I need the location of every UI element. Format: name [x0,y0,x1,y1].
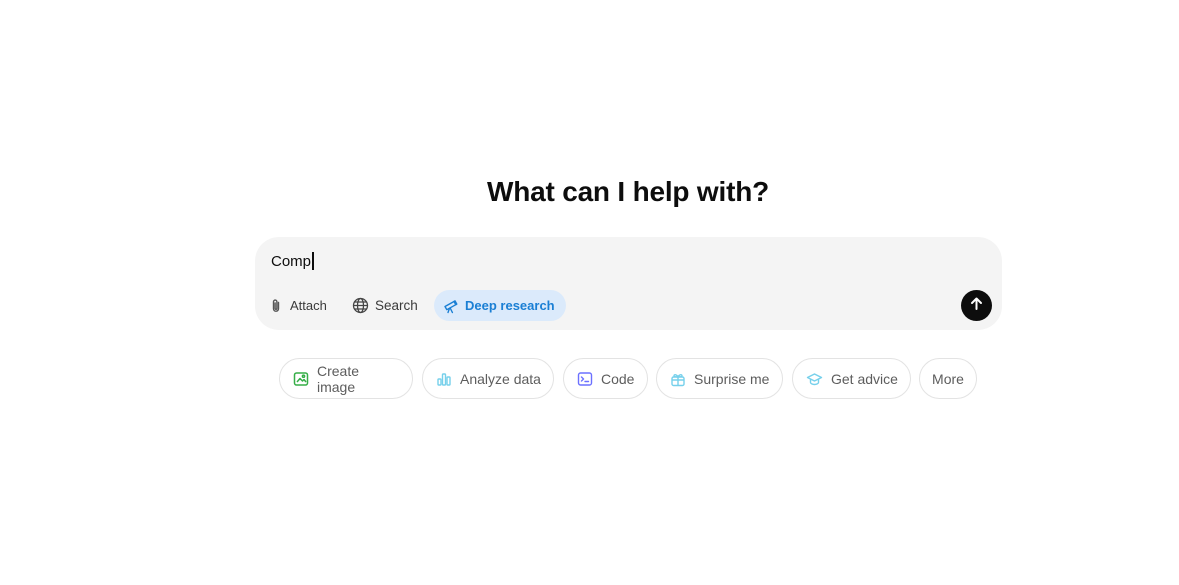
search-button[interactable]: Search [352,290,418,321]
arrow-up-icon [969,296,984,316]
more-label: More [932,370,964,387]
get-advice-button[interactable]: Get advice [792,358,911,399]
chat-home-page: What can I help with? Comp Attach Search [0,0,1179,585]
text-caret [312,252,314,270]
create-image-button[interactable]: Create image [279,358,413,399]
telescope-icon [443,298,459,314]
surprise-me-label: Surprise me [694,370,770,387]
attach-label: Attach [290,298,327,313]
deep-research-label: Deep research [465,298,555,313]
message-input-value: Comp [271,253,312,270]
send-button[interactable] [961,290,992,321]
gift-icon [670,371,686,387]
message-input[interactable]: Comp [271,252,314,270]
paperclip-icon [268,298,284,314]
image-icon [293,371,309,387]
message-composer[interactable]: Comp Attach Search Deep research [255,237,1002,330]
get-advice-label: Get advice [831,370,898,387]
create-image-label: Create image [317,362,360,395]
code-button[interactable]: Code [563,358,648,399]
bar-chart-icon [436,371,452,387]
analyze-data-label: Analyze data [460,370,541,387]
page-title: What can I help with? [486,176,770,207]
more-button[interactable]: More [919,358,977,399]
attach-button[interactable]: Attach [268,290,327,321]
terminal-icon [577,371,593,387]
code-label: Code [601,370,635,387]
globe-icon [352,297,369,314]
deep-research-button[interactable]: Deep research [434,290,566,321]
search-label: Search [375,298,418,313]
graduation-cap-icon [806,371,823,387]
analyze-data-button[interactable]: Analyze data [422,358,554,399]
surprise-me-button[interactable]: Surprise me [656,358,783,399]
